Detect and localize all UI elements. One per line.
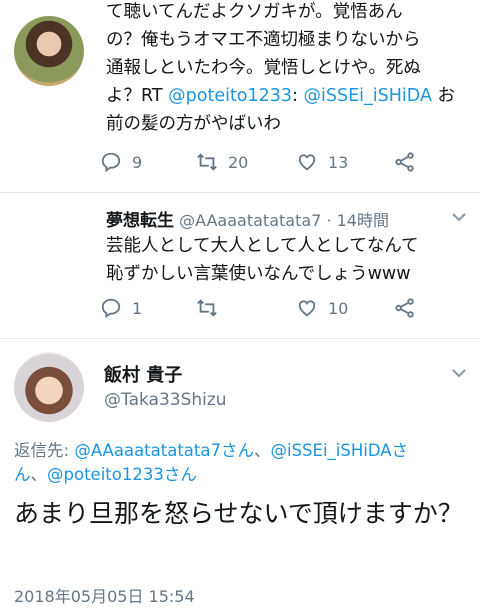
handle[interactable]: @Taka33Shizu (104, 390, 227, 410)
like-button[interactable]: 13 (296, 148, 348, 176)
retweet-count: 20 (228, 152, 249, 172)
tweet-2-text: 芸能人として大人として人としてなんて 恥ずかしい言葉使いなんでしょうwww (106, 232, 466, 288)
like-icon (298, 154, 316, 171)
avatar[interactable] (14, 352, 84, 422)
display-name[interactable]: 夢想転生 (106, 211, 174, 231)
retweet-icon (197, 153, 217, 171)
timestamp[interactable]: 2018年05月05日 15:54 (14, 583, 195, 607)
comma: 、 (254, 441, 271, 460)
colon: : (292, 86, 304, 106)
mention-link[interactable]: @AAaaatatatata7さん (74, 441, 254, 460)
timestamp[interactable]: 14時間 (337, 211, 389, 230)
tweet-1-line-4: よ？RT @poteito1233: @iSSEi_iSHiDA お (106, 82, 470, 110)
rt-prefix: よ？RT (106, 86, 169, 106)
reply-button[interactable]: 1 (100, 294, 142, 322)
share-icon (395, 152, 414, 172)
retweet-button[interactable] (196, 294, 228, 322)
display-name[interactable]: 飯村 貴子 (104, 361, 182, 387)
reply-prefix: 返信先: (14, 441, 75, 460)
reply-icon (101, 298, 121, 319)
chevron-down-icon[interactable] (452, 368, 466, 378)
like-count: 13 (328, 152, 349, 172)
retweet-icon (197, 299, 217, 317)
avatar[interactable] (14, 16, 84, 86)
reply-button[interactable]: 9 (100, 148, 142, 176)
tweet-1-actions: 9 20 13 (100, 148, 440, 176)
tweet-1-line-5: 前の髪の方がやばいわ (106, 114, 281, 134)
reply-count: 1 (132, 298, 143, 318)
reply-count: 9 (132, 152, 143, 172)
like-count: 10 (328, 298, 349, 318)
mention-link-tail[interactable]: ん (14, 465, 31, 484)
reply-to-line: 返信先: @AAaaatatatata7さん、@iSSEi_iSHiDAさ ん、… (14, 439, 470, 487)
handle[interactable]: @AAaaatatatata7 (179, 211, 321, 230)
tweet-1-line-2: の？俺もうオマエ不適切極まりないから (106, 30, 421, 50)
share-button[interactable] (394, 294, 416, 322)
share-button[interactable] (394, 148, 416, 176)
chevron-down-icon[interactable] (452, 212, 466, 222)
tweet-1-line-1: て聴いてんだよクソガキが。覚悟あん (106, 2, 403, 22)
mention-link[interactable]: @poteito1233さん (47, 465, 197, 484)
comma: 、 (30, 465, 48, 484)
tweet-2-header: 夢想転生 @AAaaatatatata7 · 14時間 (106, 206, 389, 231)
separator-dot: · (326, 211, 332, 230)
tweet-1-line-3: 通報しといたわ今。覚悟しとけや。死ぬ (106, 58, 421, 78)
retweet-button[interactable]: 20 (196, 148, 248, 176)
mention-link[interactable]: @iSSEi_iSHiDA (304, 86, 432, 106)
tweet-3-text: あまり旦那を怒らせないで頂けますか？ (14, 499, 463, 528)
tweet-2-line-1: 芸能人として大人として人としてなんて (106, 236, 419, 256)
mention-link[interactable]: @iSSEi_iSHiDAさ (271, 441, 409, 460)
line-tail: お (431, 86, 455, 106)
reply-icon (101, 152, 121, 173)
tweet-2-line-2: 恥ずかしい言葉使いなんでしょうwww (106, 264, 411, 284)
tweet-1-text: …………………… て聴いてんだよクソガキが。覚悟あん の？俺もうオマエ不適切極ま… (106, 0, 470, 138)
mention-link[interactable]: @poteito1233 (168, 86, 292, 106)
like-icon (298, 300, 316, 317)
like-button[interactable]: 10 (296, 294, 348, 322)
share-icon (395, 298, 414, 318)
tweet-2-actions: 1 10 (100, 294, 440, 322)
